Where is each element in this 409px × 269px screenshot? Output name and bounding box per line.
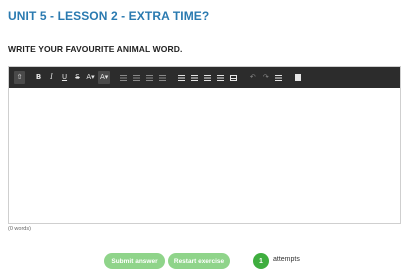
bold-icon[interactable]: B [33,71,44,84]
background-color-icon[interactable]: A▾ [98,71,111,84]
outdent-icon[interactable] [144,71,155,84]
numbered-list-glyph [133,74,141,81]
answer-text-area[interactable] [9,88,400,224]
numbered-list-icon[interactable] [131,71,142,84]
restart-exercise-button[interactable]: Restart exercise [168,253,230,269]
attempts-label: attempts [273,256,300,263]
align-right-icon[interactable] [202,71,213,84]
rich-text-editor: ⇧ B I U S A▾ A▾ ↶ ↷ [8,66,401,224]
align-justify-glyph [217,74,225,81]
horizontal-rule-icon[interactable] [273,71,284,84]
exercise-page: UNIT 5 - LESSON 2 - EXTRA TIME? WRITE YO… [0,0,409,269]
editor-toolbar: ⇧ B I U S A▾ A▾ ↶ ↷ [9,67,400,88]
underline-icon[interactable]: U [59,71,70,84]
outdent-glyph [146,74,154,81]
indent-glyph [159,74,167,81]
horizontal-rule-glyph [275,74,283,81]
table-icon[interactable] [228,71,239,84]
bullet-list-icon[interactable] [118,71,129,84]
source-glyph [294,74,301,81]
redo-icon[interactable]: ↷ [260,71,271,84]
question-prompt: WRITE YOUR FAVOURITE ANIMAL WORD. [8,44,183,54]
page-title: UNIT 5 - LESSON 2 - EXTRA TIME? [8,9,210,23]
font-color-icon[interactable]: A▾ [85,71,96,84]
source-icon[interactable] [292,71,303,84]
align-left-glyph [178,74,186,81]
align-center-icon[interactable] [189,71,200,84]
italic-icon[interactable]: I [46,71,57,84]
indent-icon[interactable] [157,71,168,84]
submit-answer-button[interactable]: Submit answer [104,253,165,269]
align-right-glyph [204,74,212,81]
bullet-list-glyph [120,74,128,81]
align-left-icon[interactable] [176,71,187,84]
table-glyph [230,74,238,81]
strikethrough-icon[interactable]: S [72,71,83,84]
word-count: (0 words) [8,226,31,232]
undo-icon[interactable]: ↶ [247,71,258,84]
attempts-count-badge: 1 [253,253,269,269]
align-justify-icon[interactable] [215,71,226,84]
upload-icon[interactable]: ⇧ [14,71,25,84]
align-center-glyph [191,74,199,81]
